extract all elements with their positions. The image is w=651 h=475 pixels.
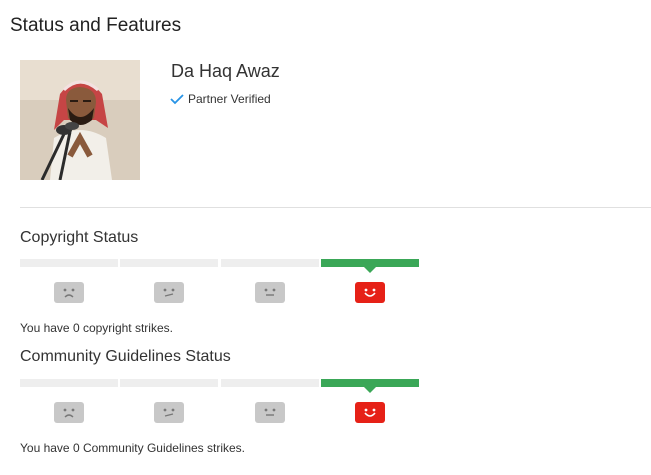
status-meter-segment [20,259,118,267]
status-meter-segment [20,379,118,387]
copyright-status-title: Copyright Status [20,229,139,246]
copyright-strikes-message: You have 0 copyright strikes. [20,321,173,335]
channel-name[interactable]: Da Haq Awaz [171,61,280,82]
divider [20,207,651,208]
channel-avatar[interactable] [20,60,140,180]
community-guidelines-status-title: Community Guidelines Status [20,348,231,365]
copyright-status-meter [20,259,419,319]
status-meter-segment [321,259,419,267]
status-meter-segment [221,259,319,267]
partner-verified-label: Partner Verified [188,92,271,106]
status-meter-segment [120,259,218,267]
community-guidelines-strikes-message: You have 0 Community Guidelines strikes. [20,441,245,455]
meh-face-icon [154,402,184,423]
meh-face-icon [154,282,184,303]
checkmark-icon [170,94,184,105]
community-guidelines-status-meter [20,379,419,439]
status-pointer-icon [364,267,376,273]
sad-face-icon [54,282,84,303]
status-pointer-icon [364,387,376,393]
partner-verified: Partner Verified [170,92,271,106]
happy-face-icon [355,402,385,423]
status-meter-segment [120,379,218,387]
status-meter-segment [321,379,419,387]
happy-face-icon [355,282,385,303]
neutral-face-icon [255,402,285,423]
page-title: Status and Features [10,15,182,36]
sad-face-icon [54,402,84,423]
neutral-face-icon [255,282,285,303]
status-meter-segment [221,379,319,387]
